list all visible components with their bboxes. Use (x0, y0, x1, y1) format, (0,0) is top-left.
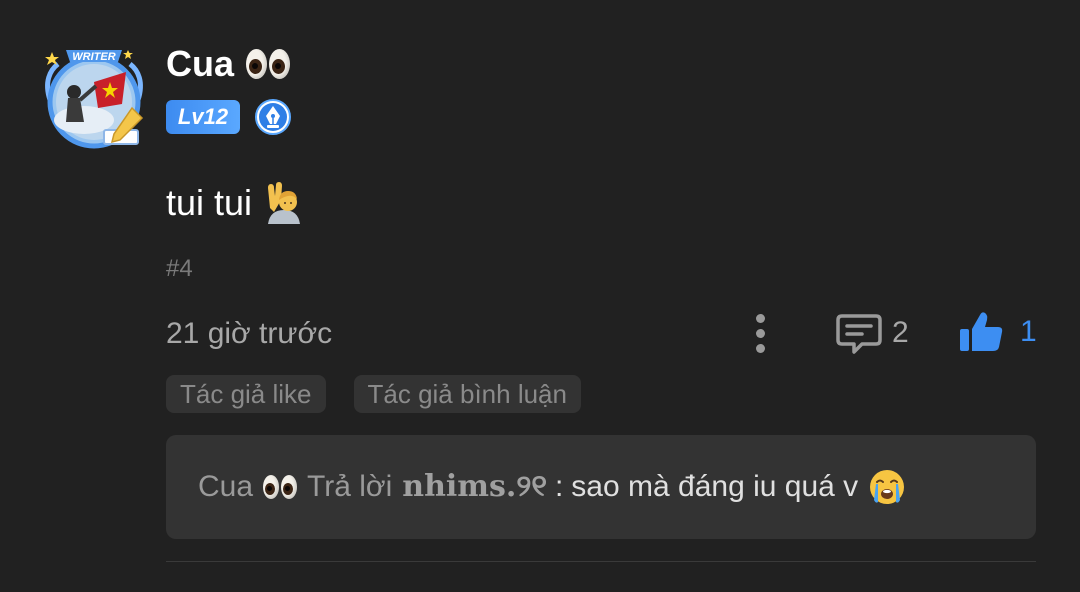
thumbs-up-icon (960, 312, 1003, 351)
timestamp: 21 giờ trước (166, 317, 333, 350)
tag-author-like: Tác giả like (166, 375, 326, 413)
reply-preview[interactable]: Cua Trả lời nhims.୨୧ : sao mà đáng iu qu… (166, 435, 1036, 539)
tags-row: Tác giả like Tác giả bình luận (166, 375, 581, 413)
reply-author[interactable]: Cua (198, 469, 298, 505)
avatar-frame-label: WRITER (72, 51, 115, 63)
pen-nib-icon (254, 98, 292, 136)
reply-author-name: Cua (198, 470, 254, 503)
level-badge: Lv12 (166, 100, 240, 134)
divider (166, 561, 1036, 562)
username-row: Cua (166, 42, 291, 86)
eyes-emoji (246, 49, 291, 79)
floor-number: #4 (166, 255, 193, 282)
reply-label: Trả lời (307, 470, 393, 503)
reply-separator: : (554, 470, 564, 503)
reply-text: sao mà đáng iu quá v (571, 470, 859, 503)
comment-text: tui tui (166, 182, 253, 223)
comment-icon (836, 314, 882, 354)
loudly-crying-face-emoji (868, 468, 906, 506)
tag-author-comment: Tác giả bình luận (353, 375, 581, 413)
comment-item: WRITER Cua Lv12 tui tui #4 21 giờ trước … (0, 0, 1080, 592)
username[interactable]: Cua (166, 42, 234, 86)
reply-button[interactable]: 2 (836, 310, 909, 356)
reply-target-user[interactable]: nhims.୨୧ (402, 469, 547, 505)
badges-row: Lv12 (166, 98, 292, 136)
user-avatar[interactable]: WRITER (36, 42, 152, 154)
like-button[interactable]: 1 (958, 308, 1037, 356)
person-raising-hand-emoji (264, 182, 304, 224)
eyes-emoji (263, 475, 298, 499)
like-count: 1 (1020, 315, 1037, 348)
comment-content: tui tui (166, 180, 304, 226)
reply-count: 2 (892, 316, 909, 349)
more-vertical-icon[interactable] (744, 310, 776, 356)
